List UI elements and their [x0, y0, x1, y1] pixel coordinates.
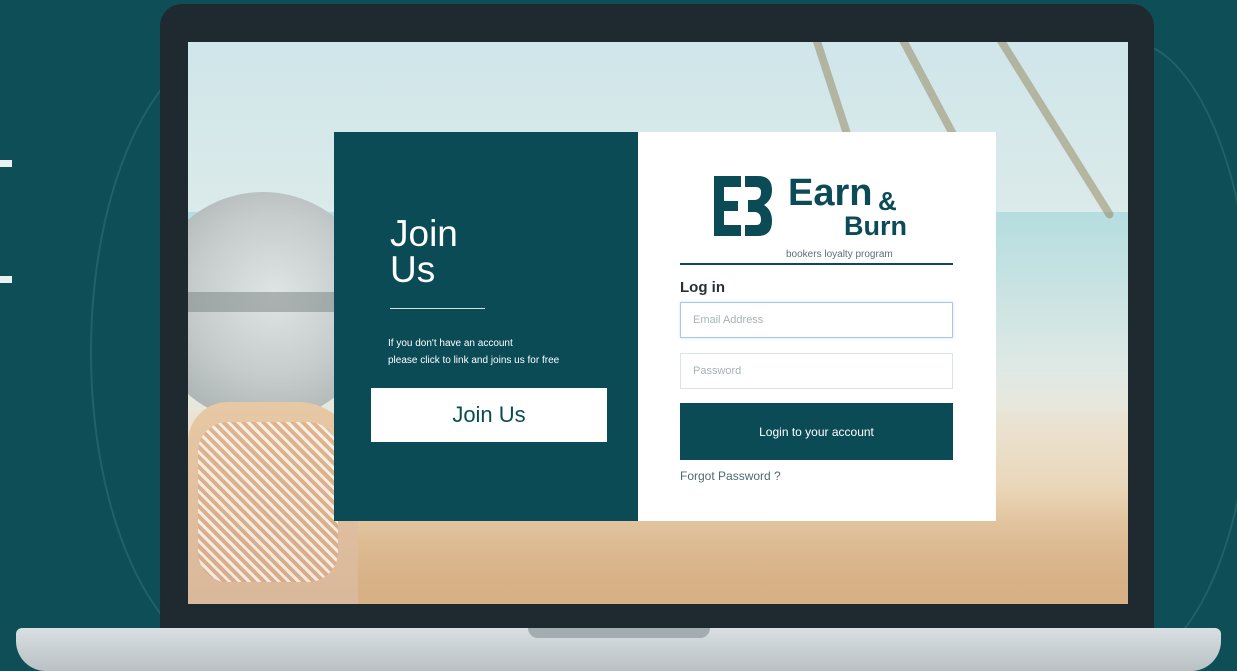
join-description-line2: please click to link and joins us for fr… [388, 355, 560, 366]
email-field[interactable] [680, 302, 953, 338]
brand-logo: Earn & Burn [714, 172, 924, 240]
side-mark-top [0, 160, 12, 167]
brand-tagline: bookers loyalty program [786, 249, 893, 260]
brand-underline [680, 263, 953, 265]
join-us-button[interactable]: Join Us [371, 388, 607, 442]
palm-leaf [981, 42, 1115, 220]
side-mark-bottom [0, 276, 12, 283]
password-field[interactable] [680, 353, 953, 389]
forgot-password-link[interactable]: Forgot Password ? [680, 469, 781, 483]
join-divider [390, 308, 485, 309]
eb-logo-icon [714, 176, 772, 236]
join-description-line1: If you don't have an account [388, 338, 513, 349]
login-button[interactable]: Login to your account [680, 403, 953, 460]
join-description: If you don't have an account please clic… [388, 335, 628, 369]
login-heading: Log in [680, 279, 725, 296]
join-title: Join Us [390, 213, 458, 290]
laptop-base-notch [528, 628, 710, 638]
lace-top [198, 422, 338, 582]
brand-name-earn: Earn [788, 172, 873, 214]
login-panel: Earn & Burn bookers loyalty program Log … [638, 132, 996, 521]
join-panel: Join Us If you don't have an account ple… [334, 132, 638, 521]
brand-name-burn: Burn [844, 211, 907, 241]
